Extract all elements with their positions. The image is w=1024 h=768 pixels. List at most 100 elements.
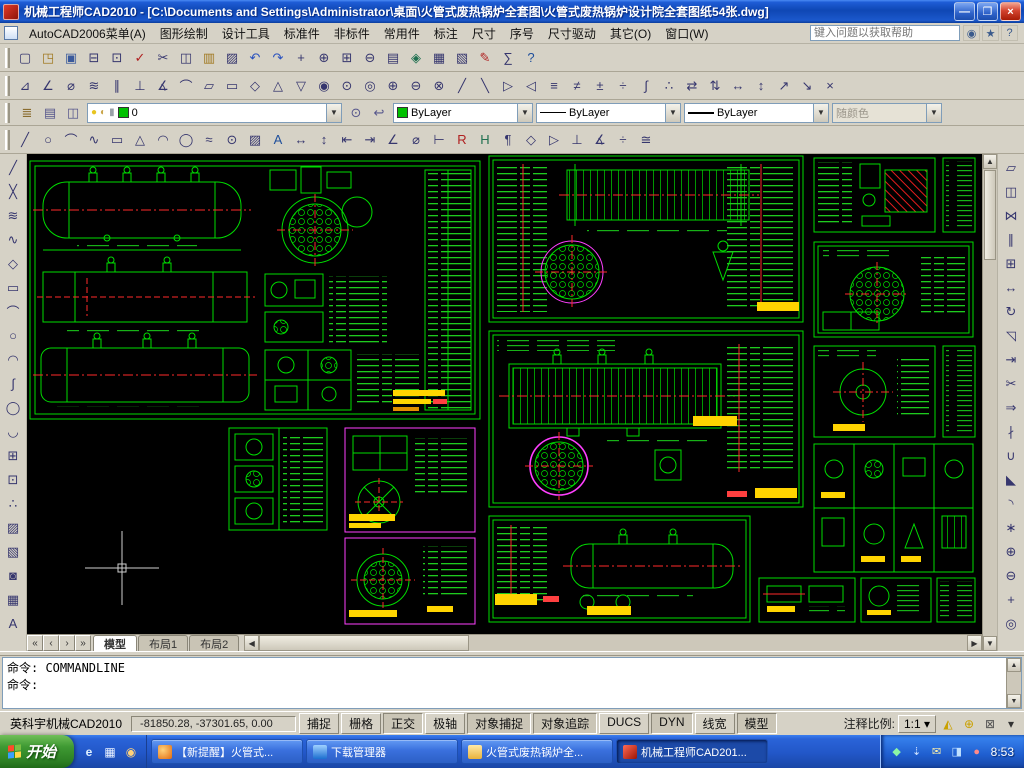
circle-icon[interactable]: ○ (2, 324, 25, 347)
zoom-previous-icon[interactable]: ⊖ (359, 47, 381, 69)
draw-dim-tool-icon[interactable]: ⊙ (221, 129, 243, 151)
help-search-input[interactable] (810, 25, 960, 41)
make-block-icon[interactable]: ⊡ (2, 468, 25, 491)
status-toggle[interactable]: 极轴 (425, 713, 465, 734)
multiline-icon[interactable]: ≋ (2, 204, 25, 227)
match-properties-icon[interactable]: ▨ (221, 47, 243, 69)
line-icon[interactable]: ╱ (2, 156, 25, 179)
close-button[interactable]: × (1000, 2, 1021, 21)
status-toggle[interactable]: 正交 (383, 713, 423, 734)
draw-dim-tool-icon[interactable]: ▷ (543, 129, 565, 151)
rectangle-icon[interactable]: ▭ (2, 276, 25, 299)
new-icon[interactable]: ▢ (14, 47, 36, 69)
multiline-text-icon[interactable]: A (2, 612, 25, 635)
draw-dim-tool-icon[interactable]: R (451, 129, 473, 151)
mech-tool-icon[interactable]: ⌒ (175, 75, 197, 97)
stretch-icon[interactable]: ⇥ (1000, 348, 1023, 371)
coordinates-display[interactable]: -81850.28, -37301.65, 0.00 (131, 716, 296, 732)
status-toggle[interactable]: 捕捉 (299, 713, 339, 734)
mech-tool-icon[interactable]: ⇄ (681, 75, 703, 97)
draw-dim-tool-icon[interactable]: ≅ (635, 129, 657, 151)
draw-dim-tool-icon[interactable]: ≈ (198, 129, 220, 151)
draw-dim-tool-icon[interactable]: ○ (37, 129, 59, 151)
draw-dim-tool-icon[interactable]: ◠ (152, 129, 174, 151)
mech-tool-icon[interactable]: ▱ (198, 75, 220, 97)
draw-dim-tool-icon[interactable]: ¶ (497, 129, 519, 151)
mech-tool-icon[interactable]: ╱ (451, 75, 473, 97)
polygon-icon[interactable]: ◇ (2, 252, 25, 275)
draw-dim-tool-icon[interactable]: ∠ (382, 129, 404, 151)
search-icon[interactable]: ◉ (963, 25, 980, 41)
toolbar-grip[interactable] (5, 103, 10, 123)
save-icon[interactable]: ▣ (60, 47, 82, 69)
mech-tool-icon[interactable]: ∴ (658, 75, 680, 97)
draw-dim-tool-icon[interactable]: ∿ (83, 129, 105, 151)
ellipse-icon[interactable]: ◯ (2, 396, 25, 419)
draw-dim-tool-icon[interactable]: ⌒ (60, 129, 82, 151)
trim-icon[interactable]: ✂ (1000, 372, 1023, 395)
gradient-icon[interactable]: ▧ (2, 540, 25, 563)
erase-icon[interactable]: ▱ (1000, 156, 1023, 179)
menu-item[interactable]: 序号 (503, 23, 541, 44)
draw-dim-tool-icon[interactable]: A (267, 129, 289, 151)
properties-icon[interactable]: ▤ (382, 47, 404, 69)
taskbar-task-folder[interactable]: 火管式废热锅炉全... (461, 739, 613, 764)
status-toggle[interactable]: 栅格 (341, 713, 381, 734)
mech-tool-icon[interactable]: △ (267, 75, 289, 97)
markup-icon[interactable]: ✎ (474, 47, 496, 69)
draw-dim-tool-icon[interactable]: ⊥ (566, 129, 588, 151)
mech-tool-icon[interactable]: ⊥ (129, 75, 151, 97)
draw-dim-tool-icon[interactable]: ╱ (14, 129, 36, 151)
scroll-down-icon[interactable]: ▼ (1007, 694, 1021, 708)
dropdown-arrow-icon[interactable]: ▼ (517, 104, 532, 122)
status-toggle[interactable]: DUCS (599, 713, 649, 734)
polyline-icon[interactable]: ∿ (2, 228, 25, 251)
minimize-button[interactable]: — (954, 2, 975, 21)
horizontal-scroll-thumb[interactable] (259, 635, 469, 651)
taskbar-task-download-manager[interactable]: 下载管理器 (306, 739, 458, 764)
dropdown-arrow-icon[interactable]: ▼ (326, 104, 341, 122)
scroll-up-icon[interactable]: ▲ (983, 154, 997, 169)
construction-line-icon[interactable]: ╳ (2, 180, 25, 203)
status-toggle[interactable]: 对象捕捉 (467, 713, 531, 734)
menu-item[interactable]: 图形绘制 (153, 23, 215, 44)
annotation-visibility-icon[interactable]: ◭ (939, 715, 957, 733)
status-toggle[interactable]: 线宽 (695, 713, 735, 734)
toolbar-grip[interactable] (5, 130, 10, 150)
revision-cloud-icon[interactable]: ◠ (2, 348, 25, 371)
mech-tool-icon[interactable]: ▽ (290, 75, 312, 97)
mech-tool-icon[interactable]: ÷ (612, 75, 634, 97)
layer-isolate-icon[interactable]: ◫ (62, 102, 84, 124)
fillet-icon[interactable]: ◝ (1000, 492, 1023, 515)
scroll-right-icon[interactable]: ▶ (967, 635, 982, 651)
toolbar-grip[interactable] (5, 76, 10, 96)
layer-previous-icon[interactable]: ↩ (368, 102, 390, 124)
quick-launch-browser-icon[interactable]: e (80, 743, 98, 761)
mirror-icon[interactable]: ⋈ (1000, 204, 1023, 227)
redo-icon[interactable]: ↷ (267, 47, 289, 69)
redraw-icon[interactable]: ◎ (1000, 612, 1023, 635)
zoom-out-icon[interactable]: ⊖ (1000, 564, 1023, 587)
copy-icon[interactable]: ◫ (175, 47, 197, 69)
layer-properties-manager-icon[interactable]: ≣ (16, 102, 38, 124)
table-icon[interactable]: ▦ (2, 588, 25, 611)
undo-icon[interactable]: ↶ (244, 47, 266, 69)
mech-tool-icon[interactable]: ◁ (520, 75, 542, 97)
command-splitter[interactable] (0, 652, 1024, 656)
draw-dim-tool-icon[interactable]: ◇ (520, 129, 542, 151)
offset-icon[interactable]: ∥ (1000, 228, 1023, 251)
toolbar-grip[interactable] (5, 48, 10, 68)
tab-nav-button[interactable]: » (75, 635, 91, 651)
menu-item[interactable]: 尺寸 (465, 23, 503, 44)
menu-item[interactable]: 设计工具 (215, 23, 277, 44)
tab-model[interactable]: 模型 (93, 635, 137, 651)
mech-tool-icon[interactable]: ⌀ (60, 75, 82, 97)
start-button[interactable]: 开始 (0, 735, 74, 768)
region-icon[interactable]: ◙ (2, 564, 25, 587)
zoom-in-icon[interactable]: ⊕ (1000, 540, 1023, 563)
draw-dim-tool-icon[interactable]: △ (129, 129, 151, 151)
designcenter-icon[interactable]: ◈ (405, 47, 427, 69)
draw-dim-tool-icon[interactable]: ∡ (589, 129, 611, 151)
tab-nav-button[interactable]: › (59, 635, 75, 651)
menu-item[interactable]: 非标件 (327, 23, 377, 44)
